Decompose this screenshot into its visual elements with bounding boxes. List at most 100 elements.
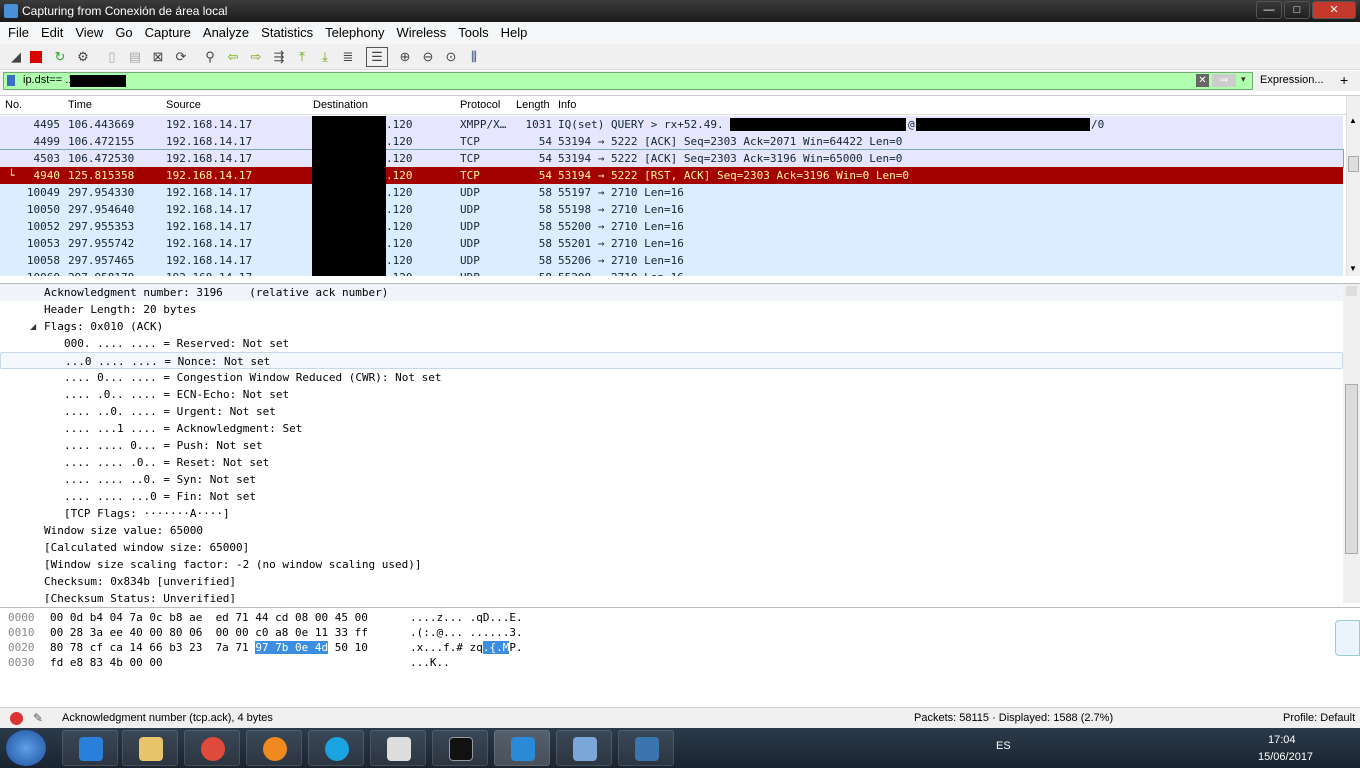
add-filter-button[interactable]: + <box>1340 72 1348 88</box>
taskbar-notepad-icon[interactable] <box>370 730 426 766</box>
menu-capture[interactable]: Capture <box>141 22 195 43</box>
menu-wireless[interactable]: Wireless <box>392 22 450 43</box>
packet-row[interactable]: 4495 106.443669 192.168.14.17 .120 XMPP/X… 10… <box>0 116 1343 133</box>
colorize-icon[interactable]: ☰ <box>366 47 388 67</box>
byte-ascii-line[interactable]: ...K.. <box>410 655 450 670</box>
scroll-thumb[interactable] <box>1348 156 1359 172</box>
normal-size-icon[interactable]: ⊙ <box>443 49 459 65</box>
packet-row[interactable]: 4503 106.472530 192.168.14.17 .120 TCP 54 5319… <box>0 149 1344 168</box>
tree-item[interactable]: ...0 .... .... = Nonce: Not set <box>0 352 1343 369</box>
autoscroll-icon[interactable]: ≣ <box>340 49 356 65</box>
tree-item[interactable]: .... .... .0.. = Reset: Not set <box>0 454 1343 471</box>
menu-file[interactable]: File <box>4 22 33 43</box>
packet-row[interactable]: 10053 297.955742 192.168.14.17 .120 UDP 58 552… <box>0 235 1343 252</box>
packet-row[interactable]: 10060 297.958178 192.168.14.17 .120 UDP 58 552… <box>0 269 1343 276</box>
packet-row[interactable]: 4940 125.815358 192.168.14.17.120 TCP 54 5319… <box>0 167 1343 184</box>
reload-file-icon[interactable]: ⟳ <box>173 49 189 65</box>
find-packet-icon[interactable]: ⚲ <box>202 49 218 65</box>
tree-item[interactable]: [Checksum Status: Unverified] <box>0 590 1343 603</box>
byte-ascii-line[interactable]: .x...f.# zq.{.MP. <box>410 640 523 655</box>
byte-hex-line[interactable]: 00 28 3a ee 40 00 80 06 00 00 c0 a8 0e 1… <box>50 625 368 640</box>
taskbar-python-icon[interactable] <box>618 730 674 766</box>
tree-item[interactable]: Checksum: 0x834b [unverified] <box>0 573 1343 590</box>
scroll-thumb[interactable] <box>1345 384 1358 554</box>
tree-item[interactable]: .... 0... .... = Congestion Window Reduc… <box>0 369 1343 386</box>
byte-hex-line[interactable]: 80 78 cf ca 14 66 b3 23 7a 71 97 7b 0e 4… <box>50 640 368 655</box>
byte-hex-line[interactable]: fd e8 83 4b 00 00 <box>50 655 163 670</box>
close-button[interactable]: ✕ <box>1312 1 1356 19</box>
apply-filter-icon[interactable]: ⇒ <box>1212 74 1236 87</box>
tree-item-flags[interactable]: Flags: 0x010 (ACK) <box>0 318 1343 335</box>
tree-item[interactable]: .... .0.. .... = ECN-Echo: Not set <box>0 386 1343 403</box>
taskbar-wireshark-icon[interactable] <box>494 730 550 766</box>
byte-hex-line[interactable]: 00 0d b4 04 7a 0c b8 ae ed 71 44 cd 08 0… <box>50 610 368 625</box>
menu-analyze[interactable]: Analyze <box>199 22 253 43</box>
menu-edit[interactable]: Edit <box>37 22 67 43</box>
go-to-packet-icon[interactable]: ⇶ <box>271 49 287 65</box>
taskbar-controlpanel-icon[interactable] <box>556 730 612 766</box>
packet-row[interactable]: 4499 106.472155 192.168.14.17 .120 TCP 54 5319… <box>0 133 1343 150</box>
display-filter-input[interactable] <box>3 72 1253 90</box>
packet-row[interactable]: 10050 297.954640 192.168.14.17 .120 UDP 58 551… <box>0 201 1343 218</box>
clear-filter-icon[interactable]: ✕ <box>1196 74 1209 87</box>
menu-telephony[interactable]: Telephony <box>321 22 388 43</box>
tree-item[interactable]: .... ..0. .... = Urgent: Not set <box>0 403 1343 420</box>
col-protocol[interactable]: Protocol <box>460 99 500 111</box>
scroll-up-icon[interactable]: ▲ <box>1349 116 1357 125</box>
filter-history-dropdown[interactable]: ▾ <box>1241 74 1246 85</box>
taskbar-ie-icon[interactable] <box>62 730 118 766</box>
tree-item[interactable]: Header Length: 20 bytes <box>0 301 1343 318</box>
go-back-icon[interactable]: ⇦ <box>225 49 241 65</box>
taskbar-chrome-icon[interactable] <box>184 730 240 766</box>
col-length[interactable]: Length <box>516 99 550 111</box>
taskbar-cmd-icon[interactable] <box>432 730 488 766</box>
language-indicator[interactable]: ES <box>996 740 1011 752</box>
tree-item[interactable]: [TCP Flags: ·······A····] <box>0 505 1343 522</box>
zoom-out-icon[interactable]: ⊖ <box>420 49 436 65</box>
save-file-icon[interactable]: ▤ <box>127 49 143 65</box>
col-destination[interactable]: Destination <box>313 99 368 111</box>
shark-fin-start-icon[interactable]: ◢ <box>8 49 24 65</box>
taskbar-skype-icon[interactable] <box>308 730 364 766</box>
tree-item[interactable]: [Calculated window size: 65000] <box>0 539 1343 556</box>
packet-row[interactable]: 10052 297.955353 192.168.14.17 .120 UDP 58 552… <box>0 218 1343 235</box>
tree-item[interactable]: Window size value: 65000 <box>0 522 1343 539</box>
menu-go[interactable]: Go <box>111 22 136 43</box>
col-no[interactable]: No. <box>5 99 22 111</box>
edit-comment-icon[interactable]: ✎ <box>33 711 43 725</box>
last-packet-icon[interactable]: ⤓ <box>317 49 333 65</box>
tree-item[interactable]: 000. .... .... = Reserved: Not set <box>0 335 1343 352</box>
clock-date[interactable]: 15/06/2017 <box>1258 751 1313 763</box>
minimize-button[interactable]: — <box>1256 1 1282 19</box>
expression-button[interactable]: Expression... <box>1260 74 1324 86</box>
col-source[interactable]: Source <box>166 99 201 111</box>
packet-list-scrollbar[interactable]: ▲ ▼ <box>1346 96 1360 276</box>
byte-ascii-line[interactable]: .(:.@... ......3. <box>410 625 523 640</box>
taskbar-explorer-icon[interactable] <box>122 730 178 766</box>
stop-capture-icon[interactable] <box>30 51 42 63</box>
clock-time[interactable]: 17:04 <box>1268 734 1296 746</box>
open-file-icon[interactable]: ▯ <box>104 49 120 65</box>
maximize-button[interactable]: □ <box>1284 1 1310 19</box>
byte-ascii-line[interactable]: ....z... .qD...E. <box>410 610 523 625</box>
zoom-in-icon[interactable]: ⊕ <box>397 49 413 65</box>
details-scrollbar[interactable] <box>1343 284 1360 603</box>
bookmark-icon[interactable] <box>7 75 15 86</box>
start-button[interactable] <box>6 730 46 766</box>
menu-view[interactable]: View <box>71 22 107 43</box>
teamviewer-icon[interactable] <box>1335 620 1360 656</box>
menu-tools[interactable]: Tools <box>454 22 492 43</box>
packet-row[interactable]: 10058 297.957465 192.168.14.17 .120 UDP 58 552… <box>0 252 1343 269</box>
capture-options-icon[interactable]: ⚙ <box>75 49 91 65</box>
tree-item[interactable]: .... ...1 .... = Acknowledgment: Set <box>0 420 1343 437</box>
resize-columns-icon[interactable]: ⫼ <box>466 49 482 65</box>
tree-item[interactable]: .... .... 0... = Push: Not set <box>0 437 1343 454</box>
restart-capture-icon[interactable]: ↻ <box>52 49 68 65</box>
capture-status-icon[interactable] <box>10 712 23 725</box>
col-time[interactable]: Time <box>68 99 92 111</box>
scroll-up-icon[interactable] <box>1346 286 1357 296</box>
first-packet-icon[interactable]: ⤒ <box>294 49 310 65</box>
go-forward-icon[interactable]: ⇨ <box>248 49 264 65</box>
scroll-down-icon[interactable]: ▼ <box>1349 264 1357 273</box>
tree-item[interactable]: Acknowledgment number: 3196 (relative ac… <box>0 284 1343 301</box>
